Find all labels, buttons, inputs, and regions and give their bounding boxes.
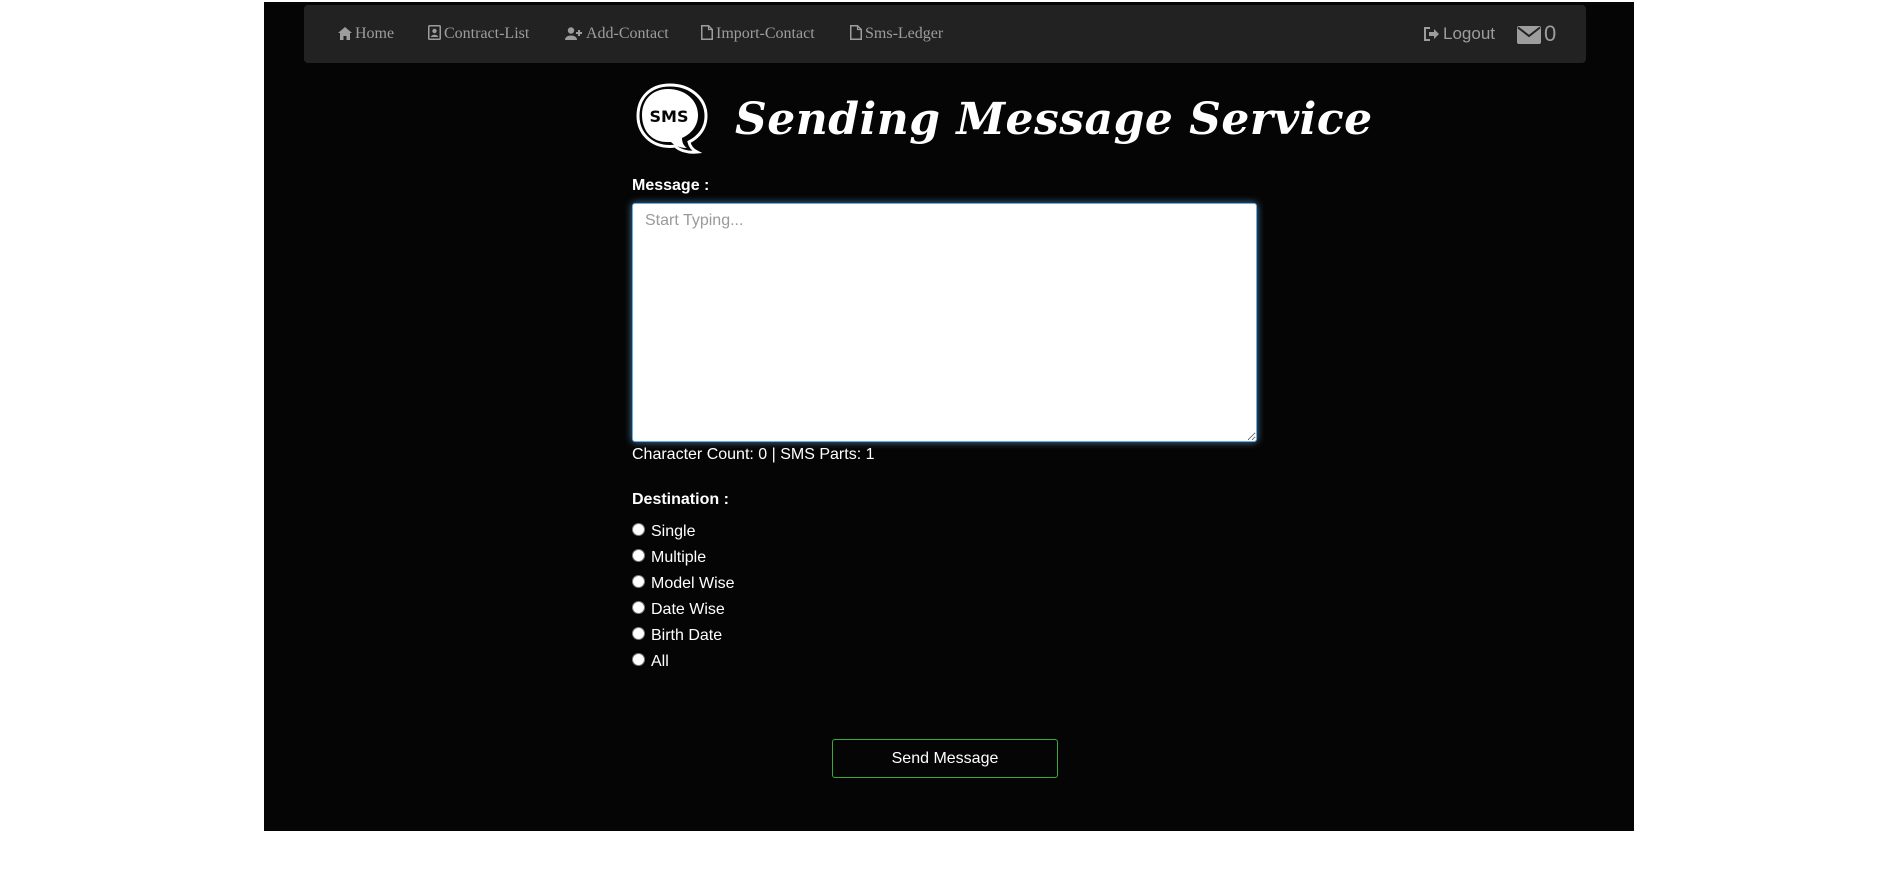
nav-contract-list[interactable]: Contract-List <box>428 5 529 63</box>
envelope-icon <box>1517 26 1541 44</box>
nav-messages[interactable]: 0 <box>1517 5 1556 63</box>
contact-card-icon <box>428 25 441 40</box>
home-icon <box>338 27 352 40</box>
destination-label: Destination : <box>632 491 729 508</box>
header-banner: SMS Sending Message Service <box>635 82 1372 157</box>
radio-multiple[interactable] <box>632 549 645 562</box>
nav-add-contact[interactable]: Add-Contact <box>565 5 669 63</box>
destination-option-model-wise[interactable]: Model Wise <box>632 572 735 598</box>
destination-option-date-wise[interactable]: Date Wise <box>632 598 735 624</box>
file-icon <box>850 25 862 40</box>
logo-text: SMS <box>650 107 689 126</box>
destination-option-multiple[interactable]: Multiple <box>632 546 735 572</box>
destination-option-all[interactable]: All <box>632 650 735 676</box>
nav-import-contact[interactable]: Import-Contact <box>701 5 815 63</box>
radio-model-wise[interactable] <box>632 575 645 588</box>
nav-logout[interactable]: Logout <box>1424 5 1495 63</box>
message-count: 0 <box>1544 21 1557 46</box>
add-user-icon <box>565 27 582 40</box>
message-textarea[interactable] <box>632 203 1257 442</box>
send-message-button[interactable]: Send Message <box>832 739 1058 778</box>
nav-home[interactable]: Home <box>338 5 394 63</box>
nav-sms-ledger[interactable]: Sms-Ledger <box>850 5 943 63</box>
radio-all[interactable] <box>632 653 645 666</box>
sms-logo-icon: SMS <box>636 83 708 154</box>
logout-icon <box>1424 27 1439 41</box>
radio-date-wise[interactable] <box>632 601 645 614</box>
page-title: Sending Message Service <box>735 94 1373 145</box>
destination-option-birth-date[interactable]: Birth Date <box>632 624 735 650</box>
radio-birth-date[interactable] <box>632 627 645 640</box>
destination-options: Single Multiple Model Wise Date Wise Bir… <box>632 520 735 676</box>
message-label: Message : <box>632 177 710 194</box>
destination-option-single[interactable]: Single <box>632 520 735 546</box>
page-container: Home Contract-List Add-Contact Import-Co… <box>264 2 1634 831</box>
file-icon <box>701 25 713 40</box>
navbar: Home Contract-List Add-Contact Import-Co… <box>304 5 1586 63</box>
character-count: Character Count: 0 | SMS Parts: 1 <box>632 446 875 463</box>
radio-single[interactable] <box>632 523 645 536</box>
